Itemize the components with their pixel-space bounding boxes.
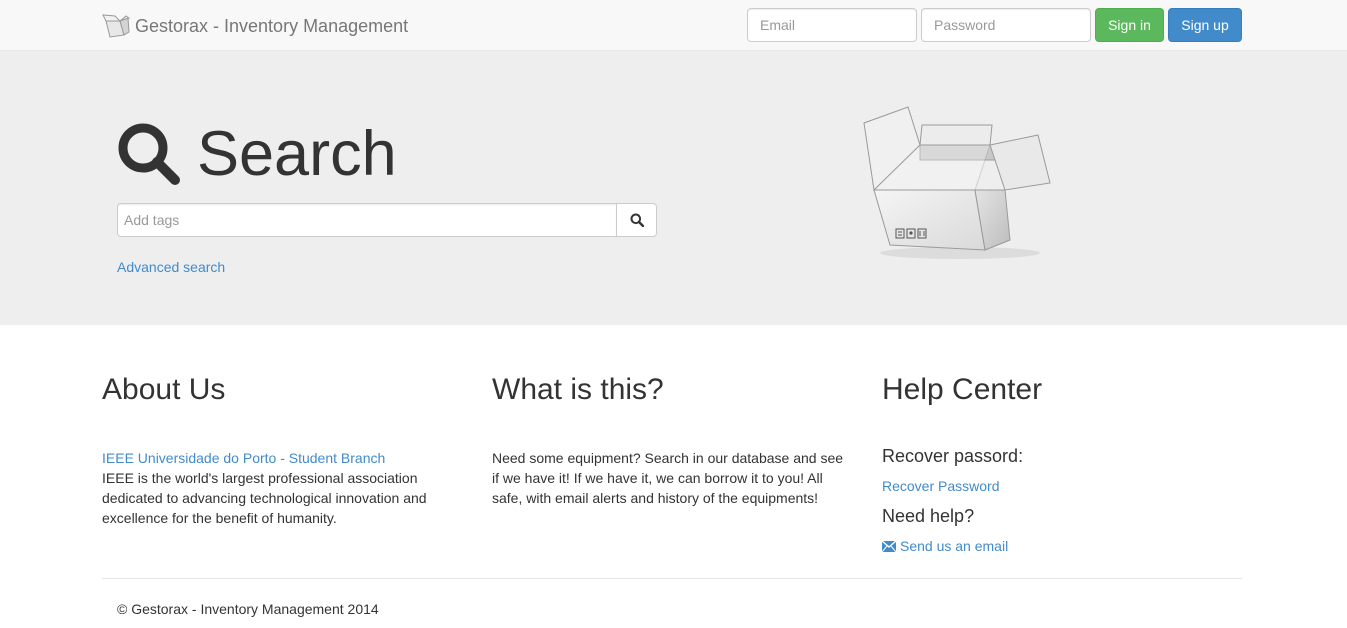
help-section: Help Center Recover passord: Recover Pas… [882, 372, 1242, 556]
send-email-link[interactable]: Send us an email [882, 536, 1242, 556]
need-help-heading: Need help? [882, 506, 975, 526]
tag-search-group [117, 203, 657, 237]
ieee-link[interactable]: IEEE Universidade do Porto - Student Bra… [102, 450, 385, 466]
footer-copyright: © Gestorax - Inventory Management 2014 [117, 601, 379, 617]
search-hero: Search Advanced search [0, 51, 1347, 325]
about-text: IEEE is the world's largest professional… [102, 470, 427, 526]
signup-button[interactable]: Sign up [1168, 8, 1242, 42]
help-title: Help Center [882, 373, 1043, 406]
recover-heading: Recover passord: [882, 446, 1024, 466]
what-text: Need some equipment? Search in our datab… [492, 450, 844, 506]
footer-divider [102, 578, 1242, 579]
brand-link[interactable]: Gestorax - Inventory Management [102, 13, 408, 39]
top-navbar: Gestorax - Inventory Management Sign in … [0, 0, 1347, 51]
search-icon [630, 213, 644, 227]
what-title: What is this? [492, 373, 664, 406]
signin-button[interactable]: Sign in [1095, 8, 1164, 42]
about-title: About Us [102, 373, 226, 406]
search-title: Search [197, 119, 397, 189]
tags-input[interactable] [117, 203, 617, 237]
about-section: About Us IEEE Universidade do Porto - St… [102, 372, 442, 528]
magnifier-icon [118, 123, 180, 185]
box-logo-icon [102, 14, 130, 38]
what-section: What is this? Need some equipment? Searc… [492, 372, 852, 508]
open-box-illustration [863, 106, 1051, 259]
envelope-icon [882, 540, 896, 552]
send-email-label: Send us an email [900, 538, 1009, 554]
recover-password-link[interactable]: Recover Password [882, 478, 1000, 494]
search-submit-button[interactable] [617, 203, 657, 237]
search-heading: Search [117, 119, 397, 189]
brand-title: Gestorax - Inventory Management [135, 16, 409, 36]
email-field[interactable] [747, 8, 917, 42]
password-field[interactable] [921, 8, 1091, 42]
advanced-search-link[interactable]: Advanced search [117, 257, 225, 277]
signin-form: Sign in Sign up [747, 8, 1242, 42]
